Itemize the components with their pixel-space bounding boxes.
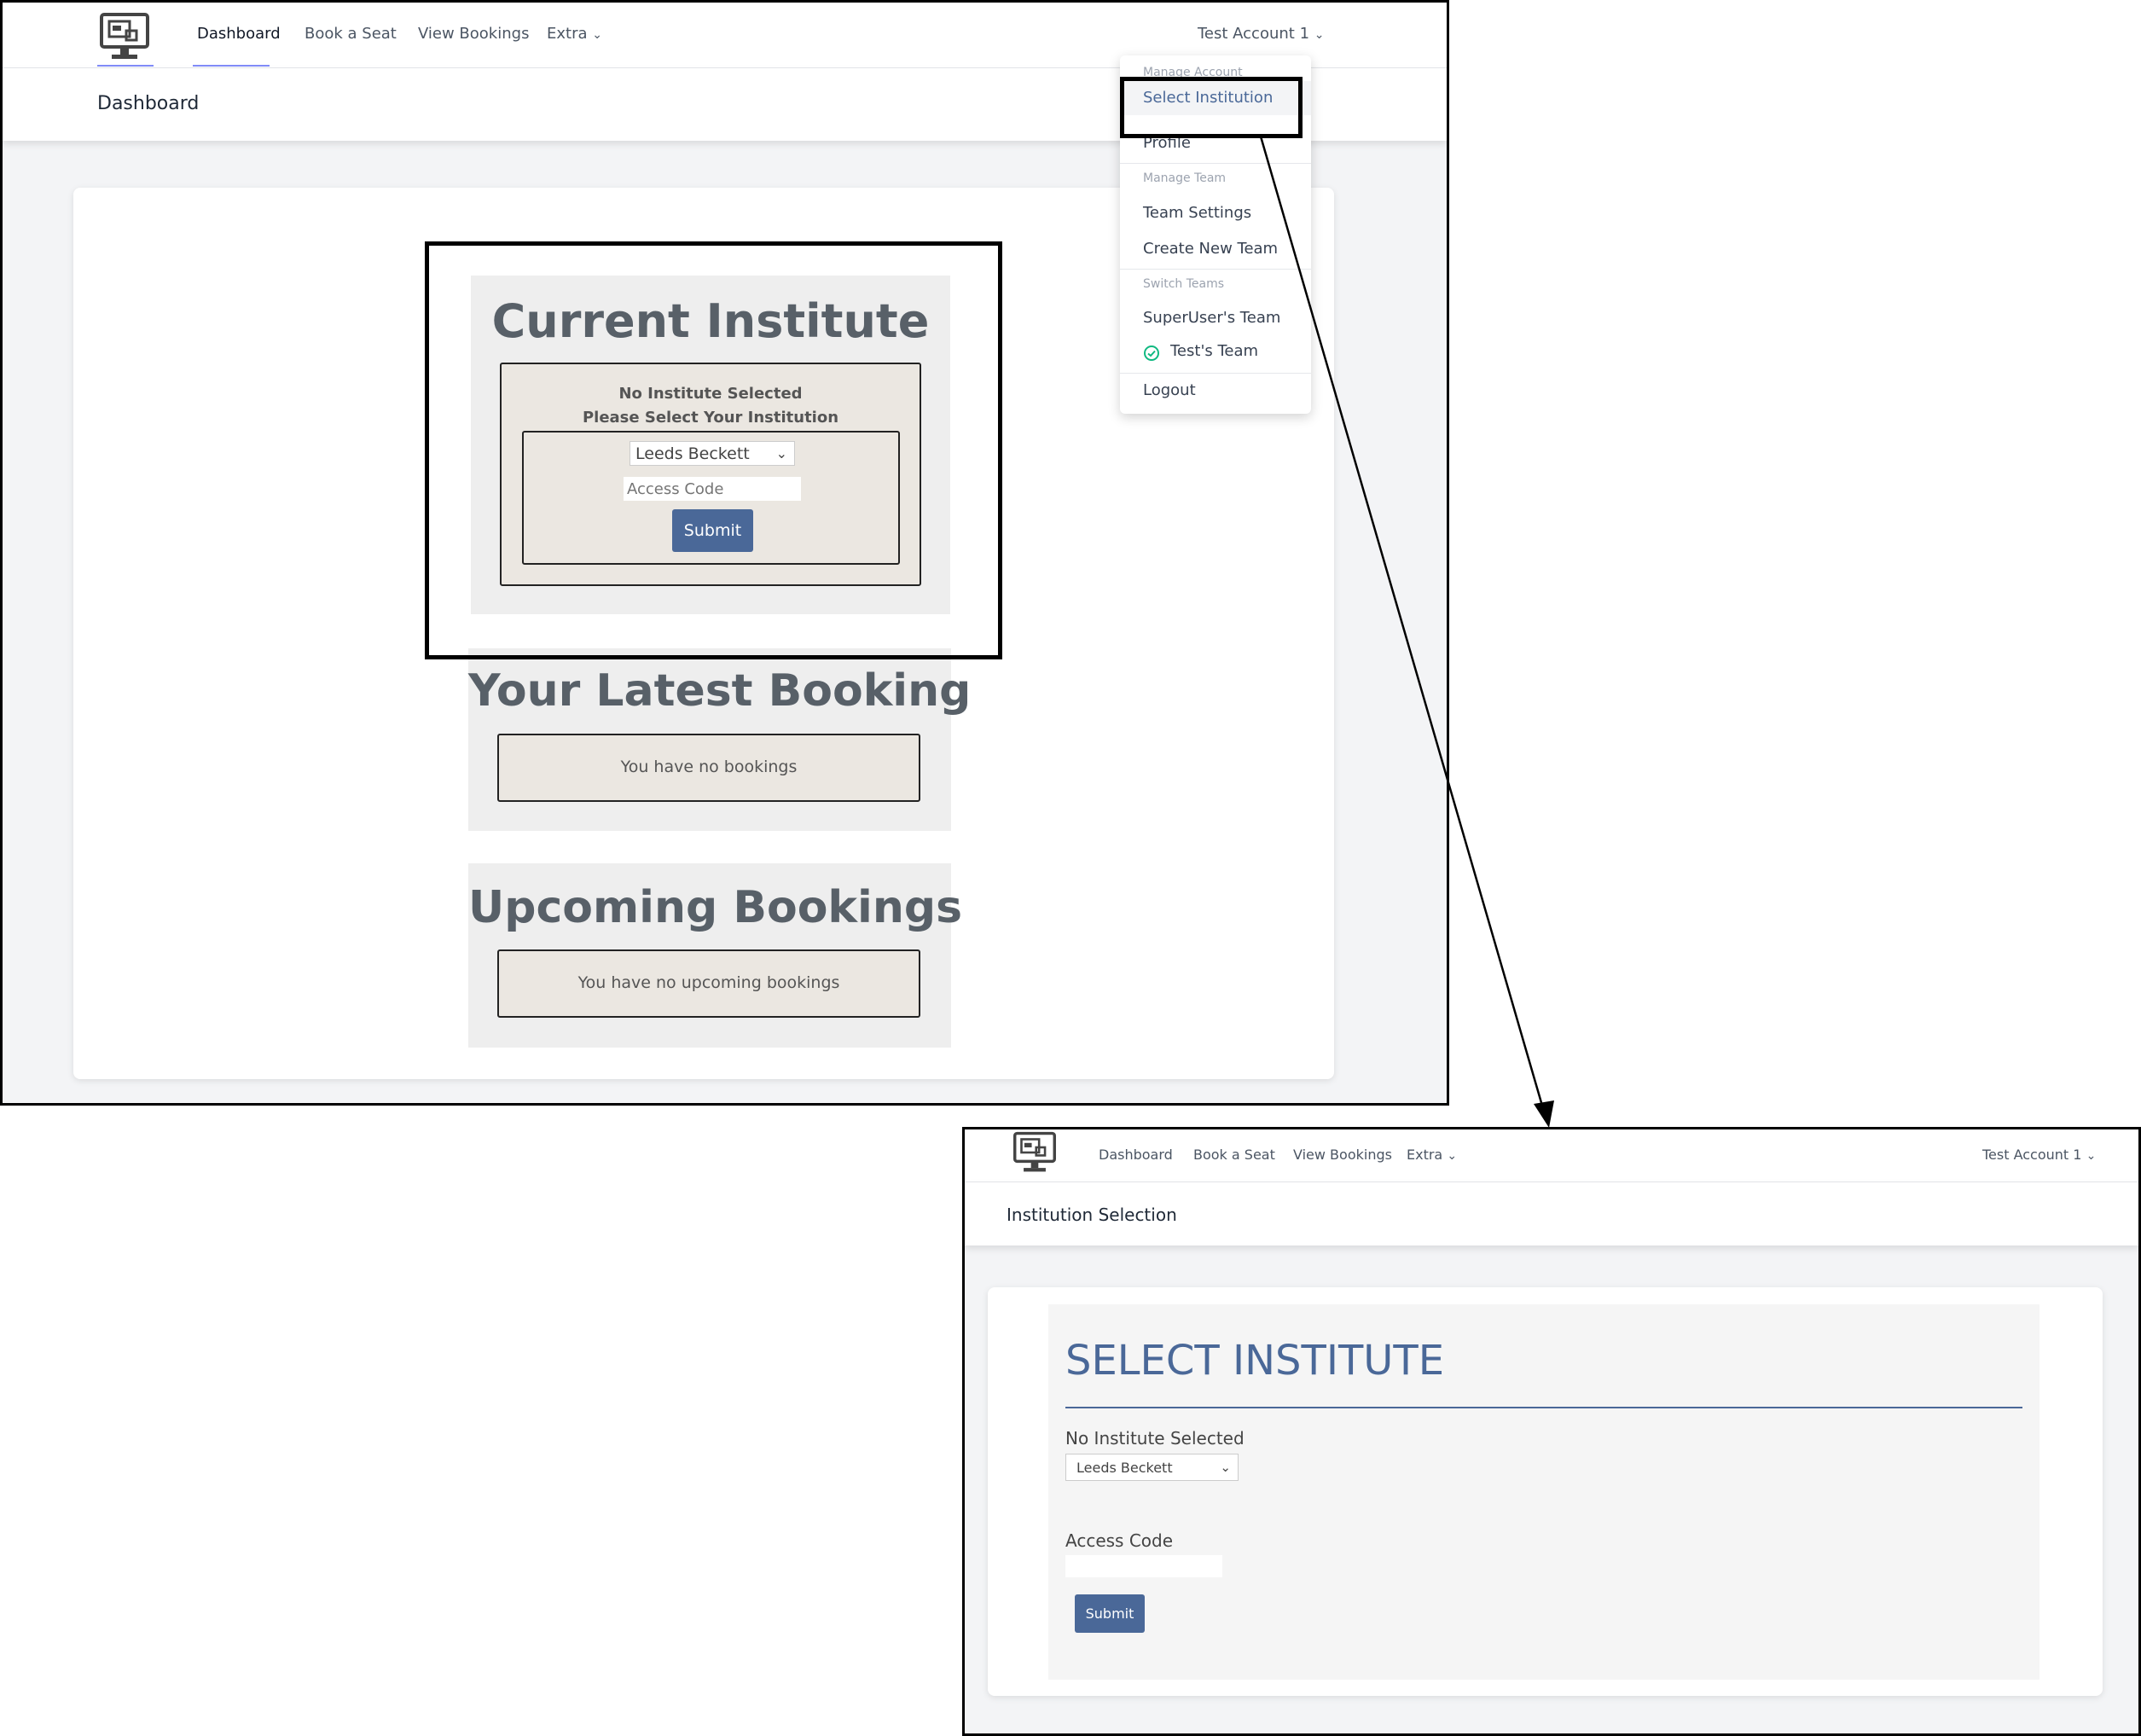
institution-screenshot: Dashboard Book a Seat View Bookings Extr… <box>962 1127 2141 1736</box>
access-code-label: Access Code <box>1065 1530 1174 1551</box>
access-code-input[interactable] <box>1065 1555 1222 1577</box>
submit-button[interactable]: Submit <box>1075 1594 1145 1633</box>
account-name: Test Account 1 <box>1982 1147 2082 1163</box>
institution-form-panel: SELECT INSTITUTE No Institute Selected L… <box>1048 1304 2039 1680</box>
computer-logo-icon[interactable] <box>1012 1131 1057 1174</box>
institute-select-value: Leeds Beckett <box>1076 1459 1173 1476</box>
page-title: Institution Selection <box>1007 1205 1177 1225</box>
chevron-down-icon: ⌄ <box>2086 1149 2097 1163</box>
account-menu-toggle[interactable]: Test Account 1 ⌄ <box>1982 1147 2096 1163</box>
top-navbar: Dashboard Book a Seat View Bookings Extr… <box>965 1129 2138 1182</box>
nav-extra[interactable]: Extra ⌄ <box>1407 1147 1457 1163</box>
no-institute-text: No Institute Selected <box>1065 1428 1245 1449</box>
chevron-down-icon: ⌄ <box>1220 1460 1231 1475</box>
institution-card: SELECT INSTITUTE No Institute Selected L… <box>988 1287 2103 1696</box>
nav-view-bookings[interactable]: View Bookings <box>1293 1147 1392 1163</box>
institute-select[interactable]: Leeds Beckett ⌄ <box>1065 1454 1239 1481</box>
heading-divider <box>1065 1407 2022 1408</box>
nav-extra-label: Extra <box>1407 1147 1443 1163</box>
chevron-down-icon: ⌄ <box>1447 1149 1458 1163</box>
page-header: Institution Selection <box>965 1182 2138 1245</box>
select-institute-heading: SELECT INSTITUTE <box>1065 1337 1445 1385</box>
nav-dashboard[interactable]: Dashboard <box>1099 1147 1173 1163</box>
nav-book-a-seat[interactable]: Book a Seat <box>1193 1147 1275 1163</box>
